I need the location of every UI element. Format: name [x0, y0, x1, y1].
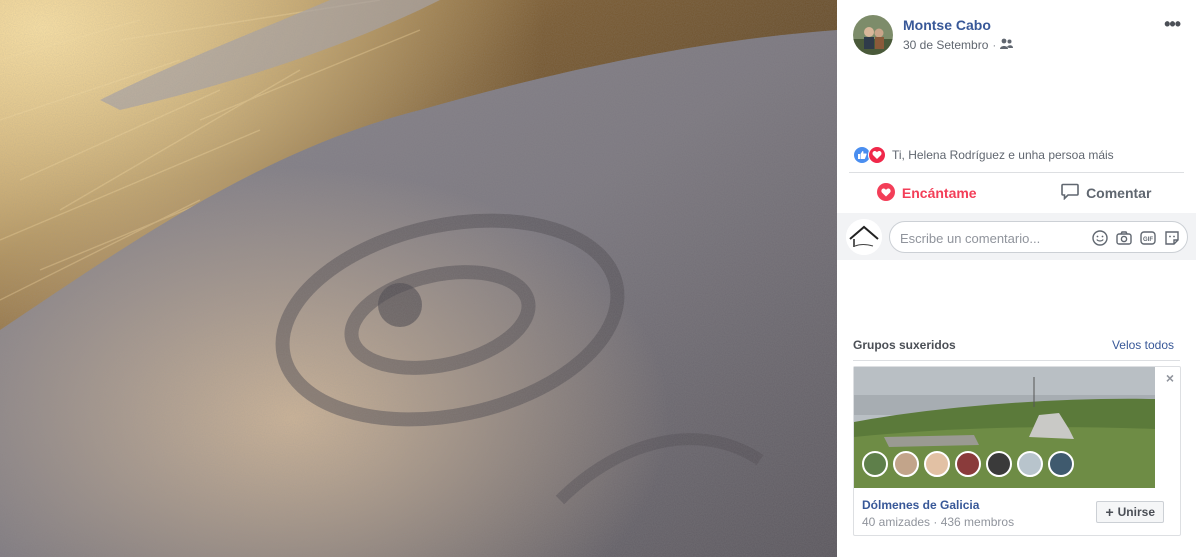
close-icon[interactable]: × — [1166, 370, 1174, 386]
friends-icon — [1000, 38, 1014, 52]
member-avatar[interactable] — [1048, 451, 1074, 477]
comment-box: GIF — [889, 221, 1188, 254]
emoji-icon[interactable] — [1091, 229, 1109, 247]
reactions-text[interactable]: Ti, Helena Rodríguez e unha persoa máis — [892, 148, 1114, 162]
reactions-summary[interactable]: Ti, Helena Rodríguez e unha persoa máis — [853, 146, 1114, 164]
camera-icon[interactable] — [1115, 229, 1133, 247]
petroglyph-photo — [0, 0, 837, 557]
comment-composer: GIF — [837, 213, 1196, 260]
more-options-icon[interactable]: ••• — [1164, 14, 1181, 35]
member-avatars — [862, 451, 1074, 477]
love-button[interactable]: Encántame — [837, 176, 1017, 210]
group-cover-image[interactable] — [854, 367, 1155, 488]
svg-text:GIF: GIF — [1143, 237, 1153, 243]
comment-tools: GIF — [1091, 229, 1181, 247]
heart-icon — [876, 182, 895, 204]
divider — [853, 360, 1180, 361]
comment-icon — [1061, 183, 1079, 203]
member-avatar[interactable] — [924, 451, 950, 477]
author-name[interactable]: Montse Cabo — [903, 17, 991, 33]
post-date: 30 de Setembro · — [903, 38, 1014, 52]
group-name[interactable]: Dólmenes de Galicia — [862, 498, 979, 512]
group-card: × Dólmenes de Galicia 40 amizades · 436 … — [853, 366, 1181, 536]
member-avatar[interactable] — [986, 451, 1012, 477]
member-avatar[interactable] — [893, 451, 919, 477]
join-button-label: Unirse — [1117, 505, 1155, 519]
group-meta: 40 amizades · 436 membros — [862, 515, 1015, 529]
member-avatar[interactable] — [862, 451, 888, 477]
love-button-label: Encántame — [901, 185, 977, 201]
plus-icon: + — [1105, 504, 1114, 520]
comment-button[interactable]: Comentar — [1017, 176, 1196, 210]
sticker-icon[interactable] — [1163, 229, 1181, 247]
commenter-avatar[interactable] — [846, 219, 882, 255]
suggested-groups-title: Grupos suxeridos — [853, 338, 956, 352]
love-reaction-icon — [868, 146, 886, 164]
member-avatar[interactable] — [1017, 451, 1043, 477]
post-actions: Encántame Comentar — [837, 176, 1196, 210]
see-all-link[interactable]: Velos todos — [1112, 338, 1174, 352]
date-separator: · — [992, 38, 997, 52]
post-date-text[interactable]: 30 de Setembro — [903, 38, 988, 52]
gif-icon[interactable]: GIF — [1139, 229, 1157, 247]
post-sidebar: Montse Cabo 30 de Setembro · ••• Ti, Hel… — [837, 0, 1196, 557]
comment-input[interactable] — [898, 222, 1082, 254]
join-group-button[interactable]: + Unirse — [1096, 501, 1164, 523]
comment-button-label: Comentar — [1086, 185, 1152, 201]
author-avatar[interactable] — [853, 15, 893, 55]
post-photo[interactable] — [0, 0, 837, 557]
divider — [849, 172, 1184, 173]
member-avatar[interactable] — [955, 451, 981, 477]
